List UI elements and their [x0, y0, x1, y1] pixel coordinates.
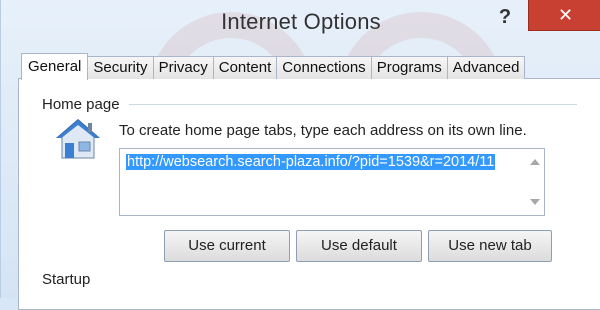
home-page-divider [129, 104, 577, 105]
tab-programs[interactable]: Programs [370, 56, 448, 79]
tab-privacy[interactable]: Privacy [152, 56, 214, 79]
close-icon[interactable]: ✕ [528, 0, 600, 31]
tab-content[interactable]: Content [212, 56, 278, 79]
tab-strip: General Security Privacy Content Connect… [21, 53, 526, 80]
tab-advanced[interactable]: Advanced [446, 56, 526, 79]
scroll-down-icon[interactable] [530, 199, 540, 205]
help-icon[interactable]: ? [483, 3, 527, 31]
startup-section-label: Startup [42, 271, 91, 288]
internet-options-window: Internet Options ? ✕ General Security Pr… [0, 0, 600, 310]
tab-connections[interactable]: Connections [276, 56, 372, 79]
home-page-url-field[interactable]: http://websearch.search-plaza.info/?pid=… [119, 148, 545, 216]
tab-general[interactable]: General [21, 53, 89, 80]
use-new-tab-button[interactable]: Use new tab [428, 230, 552, 262]
home-page-section-label: Home page [42, 96, 120, 113]
house-icon [53, 116, 103, 162]
use-current-button[interactable]: Use current [164, 230, 290, 262]
scroll-up-icon[interactable] [530, 159, 540, 165]
home-page-url-value[interactable]: http://websearch.search-plaza.info/?pid=… [126, 154, 496, 170]
url-field-scrollbar[interactable] [526, 149, 544, 215]
tab-security[interactable]: Security [87, 56, 154, 79]
title-bar: Internet Options ? ✕ [1, 0, 600, 44]
home-page-instruction: To create home page tabs, type each addr… [119, 122, 527, 139]
use-default-button[interactable]: Use default [296, 230, 422, 262]
